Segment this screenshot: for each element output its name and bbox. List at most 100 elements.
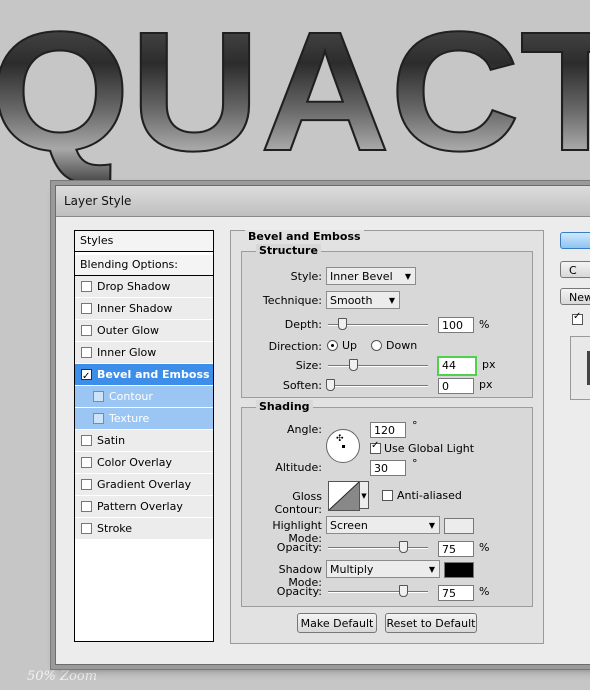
style-checkbox[interactable] — [81, 435, 92, 446]
preview-checkbox[interactable] — [572, 311, 583, 325]
shadow-mode-dropdown[interactable]: Multiply ▼ — [326, 560, 440, 578]
style-item-stroke[interactable]: Stroke — [75, 518, 213, 540]
angle-dial-center — [342, 445, 345, 448]
highlight-opacity-input[interactable]: 75 — [438, 541, 474, 557]
structure-group: Structure Style: Inner Bevel ▼ Technique… — [241, 244, 533, 398]
style-item-label: Pattern Overlay — [97, 500, 183, 513]
style-item-bevel-and-emboss[interactable]: Bevel and Emboss — [75, 364, 213, 387]
shading-title: Shading — [256, 400, 313, 413]
highlight-opacity-label: Opacity: — [276, 541, 322, 554]
style-checkbox[interactable] — [81, 303, 92, 314]
style-item-label: Stroke — [97, 522, 133, 535]
style-label: Style: — [290, 270, 322, 283]
style-item-label: Inner Glow — [97, 346, 157, 359]
style-item-texture[interactable]: Texture — [75, 408, 213, 430]
canvas-artwork: QUACT — [0, 0, 590, 188]
style-item-label: Gradient Overlay — [97, 478, 192, 491]
style-item-drop-shadow[interactable]: Drop Shadow — [75, 276, 213, 298]
highlight-color-swatch[interactable] — [444, 518, 474, 534]
style-item-satin[interactable]: Satin — [75, 430, 213, 452]
style-checkbox[interactable] — [93, 413, 104, 424]
anti-aliased-checkbox[interactable] — [382, 490, 393, 501]
shadow-color-swatch[interactable] — [444, 562, 474, 578]
highlight-mode-dropdown[interactable]: Screen ▼ — [326, 516, 440, 534]
panel-title: Bevel and Emboss — [245, 230, 364, 243]
depth-unit: % — [479, 318, 490, 331]
shadow-opacity-input[interactable]: 75 — [438, 585, 474, 601]
style-item-color-overlay[interactable]: Color Overlay — [75, 452, 213, 474]
style-item-label: Satin — [97, 434, 126, 447]
anti-aliased-label: Anti-aliased — [397, 489, 462, 502]
style-item-pattern-overlay[interactable]: Pattern Overlay — [75, 496, 213, 518]
gloss-contour-preview[interactable] — [328, 481, 360, 511]
style-dropdown[interactable]: Inner Bevel ▼ — [326, 267, 416, 285]
style-checkbox[interactable] — [81, 347, 92, 358]
style-checkbox[interactable] — [93, 391, 104, 402]
styles-header[interactable]: Styles — [75, 231, 213, 252]
altitude-label: Altitude: — [275, 461, 322, 474]
style-item-outer-glow[interactable]: Outer Glow — [75, 320, 213, 342]
direction-up-label: Up — [342, 339, 358, 352]
global-light-label: Use Global Light — [384, 442, 475, 455]
depth-input[interactable]: 100 — [438, 317, 474, 333]
style-checkbox[interactable] — [81, 281, 92, 292]
highlight-opacity-thumb[interactable] — [399, 541, 408, 553]
direction-down-label: Down — [386, 339, 418, 352]
global-light-checkbox[interactable] — [370, 440, 381, 454]
technique-dropdown[interactable]: Smooth ▼ — [326, 291, 400, 309]
style-checkbox[interactable] — [81, 366, 92, 387]
style-items: Drop Shadow Inner Shadow Outer Glow Inner G… — [75, 276, 213, 540]
shadow-opacity-slider[interactable] — [328, 591, 428, 593]
shadow-opacity-thumb[interactable] — [399, 585, 408, 597]
style-checkbox[interactable] — [81, 523, 92, 534]
make-default-button[interactable]: Make Default — [297, 613, 377, 633]
style-item-inner-shadow[interactable]: Inner Shadow — [75, 298, 213, 320]
angle-dial[interactable]: ✣ — [326, 429, 360, 463]
size-input[interactable]: 44 — [437, 356, 477, 376]
cancel-button[interactable]: C — [560, 261, 590, 278]
altitude-input[interactable]: 30 — [370, 460, 406, 476]
technique-label: Technique: — [262, 294, 322, 307]
highlight-opacity-slider[interactable] — [328, 547, 428, 549]
style-item-inner-glow[interactable]: Inner Glow — [75, 342, 213, 364]
size-slider[interactable] — [328, 365, 428, 367]
style-checkbox[interactable] — [81, 501, 92, 512]
style-item-label: Color Overlay — [97, 456, 172, 469]
style-checkbox[interactable] — [81, 457, 92, 468]
soften-slider[interactable] — [328, 385, 428, 387]
shadow-opacity-label: Opacity: — [276, 585, 322, 598]
dialog-titlebar[interactable]: Layer Style — [56, 186, 590, 217]
size-slider-thumb[interactable] — [349, 359, 358, 371]
zoom-level-label: 50% Zoom — [27, 669, 98, 684]
style-checkbox[interactable] — [81, 479, 92, 490]
style-checkbox[interactable] — [81, 325, 92, 336]
new-style-button[interactable]: New — [560, 288, 590, 305]
technique-value: Smooth — [330, 294, 373, 307]
reset-to-default-button[interactable]: Reset to Default — [385, 613, 477, 633]
style-item-label: Outer Glow — [97, 324, 160, 337]
artwork-text: QUACT — [0, 0, 590, 187]
gloss-contour-dropdown-arrow[interactable]: ▼ — [359, 481, 369, 509]
style-preview-thumbnail — [570, 336, 590, 400]
direction-up-radio[interactable] — [327, 340, 338, 351]
soften-slider-thumb[interactable] — [326, 379, 335, 391]
highlight-opacity-unit: % — [479, 541, 490, 554]
angle-label: Angle: — [286, 423, 322, 436]
depth-slider-thumb[interactable] — [338, 318, 347, 330]
shading-group: Shading Angle: ✣ 120 ° Use Global Light … — [241, 400, 533, 607]
direction-label: Direction: — [268, 340, 322, 353]
direction-down-radio[interactable] — [371, 340, 382, 351]
soften-input[interactable]: 0 — [438, 378, 474, 394]
style-item-contour[interactable]: Contour — [75, 386, 213, 408]
angle-input[interactable]: 120 — [370, 422, 406, 438]
shadow-mode-value: Multiply — [330, 563, 374, 576]
crosshair-icon: ✣ — [336, 434, 344, 444]
blending-options-item[interactable]: Blending Options: Default — [75, 255, 213, 291]
style-item-label: Drop Shadow — [97, 280, 171, 293]
style-item-label: Inner Shadow — [97, 302, 173, 315]
soften-unit: px — [479, 378, 493, 391]
size-unit: px — [482, 358, 496, 371]
ok-button[interactable] — [560, 232, 590, 249]
structure-title: Structure — [256, 244, 321, 257]
style-item-gradient-overlay[interactable]: Gradient Overlay — [75, 474, 213, 496]
